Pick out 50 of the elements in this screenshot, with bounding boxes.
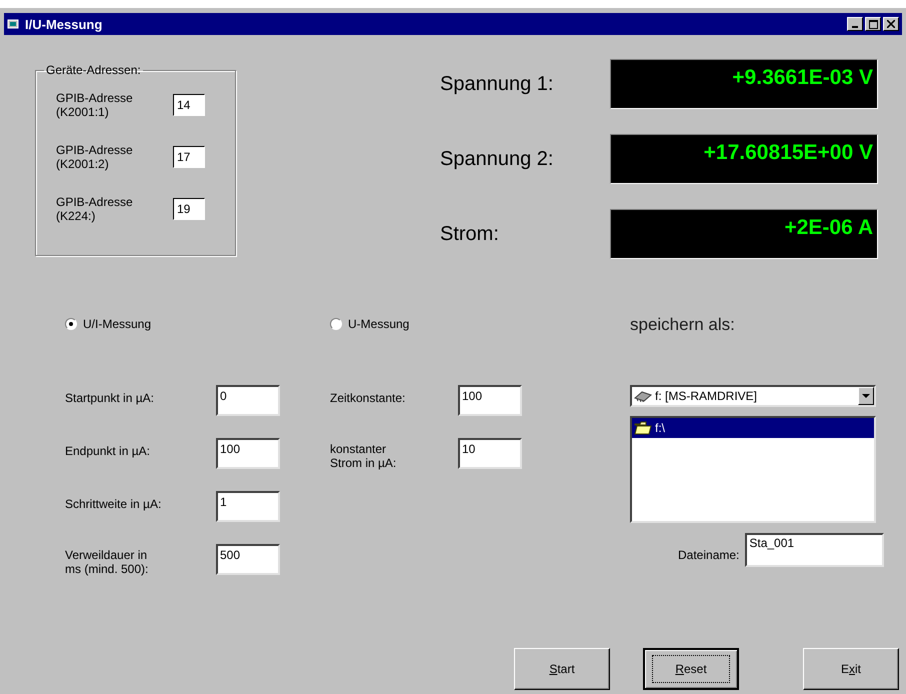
number-input[interactable]: 10 [458, 438, 522, 469]
number-input[interactable]: 500 [216, 544, 280, 575]
field-label: Startpunkt in µA: [65, 390, 155, 406]
field-label: Endpunkt in µA: [65, 444, 151, 460]
filename-label: Dateiname: [678, 548, 740, 564]
folder-icon [634, 421, 652, 435]
caret-icon [862, 394, 870, 398]
reading-label: Spannung 1: [440, 72, 554, 96]
push-button[interactable]: Reset [643, 648, 739, 690]
push-button[interactable]: Exit [803, 648, 899, 690]
radio-circle[interactable] [330, 318, 342, 330]
address-label: GPIB-Adresse (K2001:1) [56, 91, 134, 119]
save-as-heading: speichern als: [630, 315, 736, 335]
radio-circle[interactable] [65, 318, 77, 330]
folder-item[interactable]: f:\ [632, 418, 874, 438]
window-title: I/U-Messung [25, 16, 104, 32]
number-input[interactable]: 100 [216, 438, 280, 469]
maximize-icon [868, 20, 878, 28]
mode-radio[interactable]: U-Messung [330, 314, 630, 334]
number-input[interactable]: 1 [216, 491, 280, 522]
field-label: konstanter Strom in µA: [330, 441, 398, 470]
field-label: Schrittweite in µA: [65, 496, 162, 512]
address-input[interactable]: 14 [173, 94, 205, 116]
maximize-button[interactable] [865, 17, 881, 31]
radio-label[interactable]: U/I-Messung [83, 317, 152, 331]
dropdown-button[interactable] [858, 387, 874, 405]
filename-input[interactable]: Sta_001 [745, 533, 884, 567]
app-icon [7, 18, 21, 30]
group-legend: Geräte-Adressen: [44, 63, 143, 77]
radio-label[interactable]: U-Messung [348, 317, 410, 331]
close-icon [887, 20, 895, 28]
reading-display: +2E-06 A [610, 209, 878, 259]
reading-display: +9.3661E-03 V [610, 59, 878, 109]
field-label: Zeitkonstante: [330, 390, 406, 406]
minimize-button[interactable] [847, 17, 863, 31]
number-input[interactable]: 0 [216, 385, 280, 416]
address-label: GPIB-Adresse (K2001:2) [56, 143, 134, 171]
close-button[interactable] [883, 17, 899, 31]
number-input[interactable]: 100 [458, 385, 522, 416]
address-input[interactable]: 19 [173, 198, 205, 220]
mode-radio[interactable]: U/I-Messung [65, 314, 330, 334]
push-button[interactable]: Start [514, 648, 610, 690]
field-label: Verweildauer in ms (mind. 500): [65, 547, 150, 576]
address-label: GPIB-Adresse (K224:) [56, 195, 134, 223]
reading-label: Spannung 2: [440, 148, 554, 170]
address-input[interactable]: 17 [173, 146, 205, 168]
reading-display: +17.60815E+00 V [610, 134, 878, 184]
drive-dropdown[interactable]: f: [MS-RAMDRIVE] [630, 385, 876, 407]
reading-label: Strom: [440, 222, 500, 246]
drive-icon [634, 390, 652, 402]
